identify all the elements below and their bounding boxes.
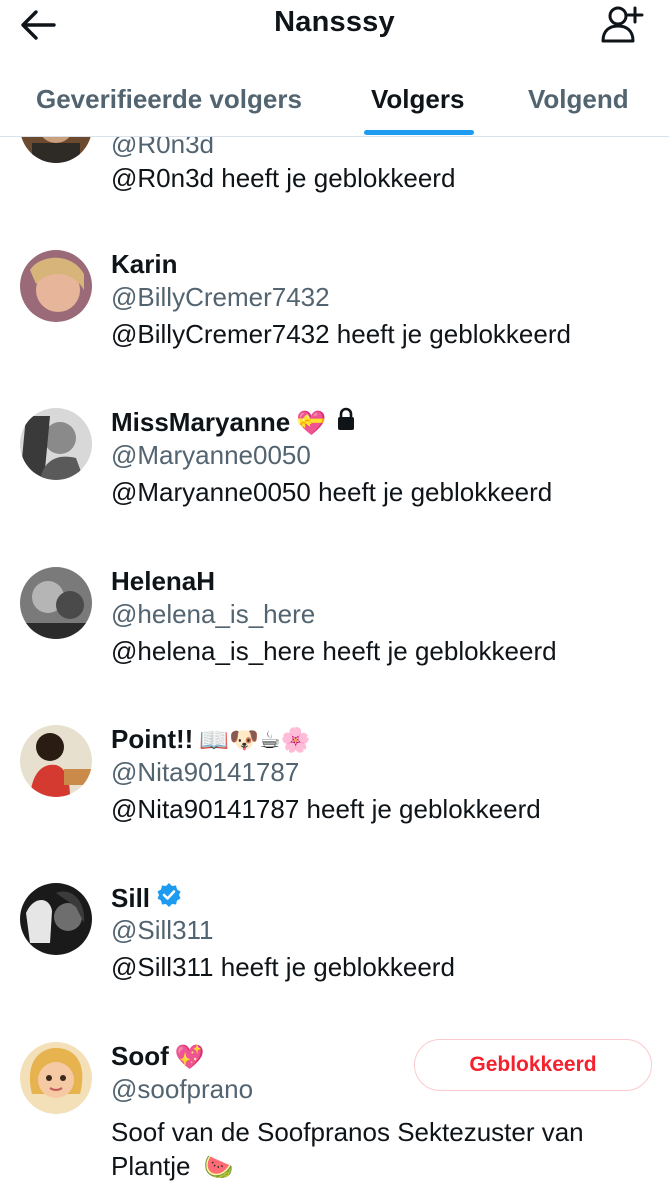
active-tab-indicator [364,130,474,135]
user-handle: @BillyCremer7432 [111,282,330,312]
user-name: HelenaH [111,566,215,597]
list-item[interactable]: Soof 💖 @soofprano Geblokkeerd Soof van d… [0,1039,669,1200]
followers-list: @R0n3d @R0n3d heeft je geblokkeerd Karin… [0,137,669,1200]
blocked-status: @helena_is_here heeft je geblokkeerd [111,636,557,666]
user-name: Soof 💖 [111,1041,205,1072]
list-item[interactable]: Karin @BillyCremer7432 @BillyCremer7432 … [0,247,669,377]
sparkling-heart-emoji-icon: 💖 [174,1042,205,1071]
user-handle: @Sill311 [111,915,214,945]
user-name: Sill [111,882,182,915]
top-bar: Nansssy [0,0,669,62]
avatar[interactable] [20,725,92,797]
list-item[interactable]: @R0n3d @R0n3d heeft je geblokkeerd [0,137,669,217]
user-name-text: Sill [111,883,151,913]
user-name-text: Soof [111,1041,169,1071]
lock-icon [336,407,356,438]
avatar[interactable] [20,1042,92,1114]
user-name: Karin [111,249,177,280]
avatar[interactable] [20,408,92,480]
user-bio-text: Plantje [111,1151,191,1181]
blocked-status: @Nita90141787 heeft je geblokkeerd [111,794,541,824]
list-item[interactable]: Sill @Sill311 @Sill311 heeft je geblokke… [0,880,669,1010]
user-handle: @Maryanne0050 [111,440,311,470]
add-user-icon[interactable] [600,4,644,44]
user-handle: @Nita90141787 [111,757,300,787]
avatar[interactable] [20,137,92,163]
user-handle: @soofprano [111,1074,254,1104]
user-bio-line-1: Soof van de Soofpranos Sektezuster van [111,1117,584,1147]
user-name: Point!! 📖🐶☕🌸 [111,724,310,755]
blocked-status: @Sill311 heeft je geblokkeerd [111,952,455,982]
user-name-text: HelenaH [111,566,216,596]
tab-followers[interactable]: Volgers [371,84,464,115]
user-name: MissMaryanne 💝 [111,407,356,438]
blocked-status: @Maryanne0050 heeft je geblokkeerd [111,477,553,507]
user-handle: @R0n3d [111,137,215,159]
avatar[interactable] [20,883,92,955]
user-name-text: Karin [111,249,178,279]
tab-verified-followers[interactable]: Geverifieerde volgers [36,84,302,115]
tab-following[interactable]: Volgend [528,84,629,115]
book-dog-coffee-flower-emoji-icon: 📖🐶☕🌸 [199,725,311,754]
avatar[interactable] [20,567,92,639]
page-title: Nansssy [274,6,395,38]
blocked-status: @R0n3d heeft je geblokkeerd [111,163,456,193]
user-handle: @helena_is_here [111,599,316,629]
heart-emoji-icon: 💝 [296,408,327,437]
user-name-text: MissMaryanne [111,407,291,437]
watermelon-emoji-icon: 🍉 [203,1153,234,1181]
user-name-text: Point!! [111,724,194,754]
list-item[interactable]: MissMaryanne 💝 @Maryanne0050 @Maryanne00… [0,405,669,535]
verified-badge-icon [156,882,182,915]
list-item[interactable]: HelenaH @helena_is_here @helena_is_here … [0,564,669,694]
blocked-status: @BillyCremer7432 heeft je geblokkeerd [111,319,571,349]
avatar[interactable] [20,250,92,322]
list-item[interactable]: Point!! 📖🐶☕🌸 @Nita90141787 @Nita90141787… [0,722,669,852]
tab-bar: Geverifieerde volgers Volgers Volgend [0,62,669,137]
user-bio-line-2: Plantje 🍉 [111,1149,234,1184]
blocked-button[interactable]: Geblokkeerd [414,1039,652,1091]
